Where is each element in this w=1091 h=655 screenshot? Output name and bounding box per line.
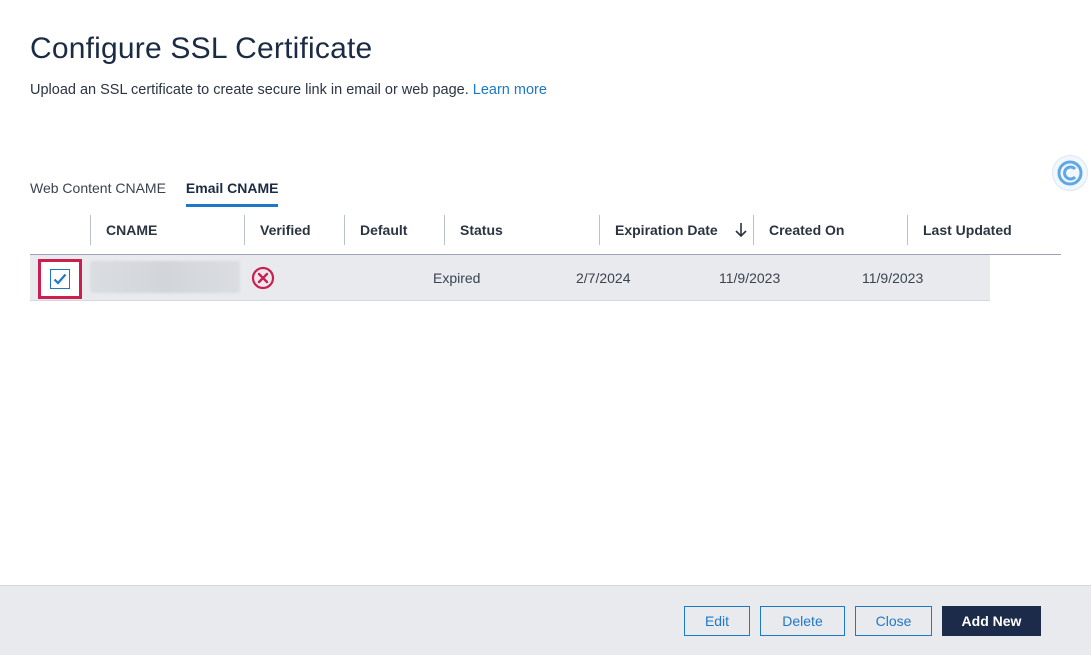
certificate-table: CNAME Verified Default Status Expiration… [30, 215, 1061, 301]
tab-web-content-cname[interactable]: Web Content CNAME [30, 180, 166, 207]
column-header-cname[interactable]: CNAME [90, 215, 244, 245]
tab-bar: Web Content CNAME Email CNAME [30, 180, 279, 207]
column-header-verified[interactable]: Verified [244, 215, 344, 245]
edit-button[interactable]: Edit [684, 606, 750, 636]
close-button[interactable]: Close [855, 606, 932, 636]
page-subtitle: Upload an SSL certificate to create secu… [30, 82, 547, 98]
subtitle-text: Upload an SSL certificate to create secu… [30, 82, 469, 98]
column-header-last-updated[interactable]: Last Updated [907, 215, 1061, 245]
error-circle-icon [251, 266, 275, 290]
sort-down-arrow-icon[interactable] [734, 222, 748, 238]
cell-created-on: 11/9/2023 [719, 270, 781, 286]
row-select-highlight [38, 259, 82, 299]
dialog-footer: Edit Delete Close Add New [0, 585, 1091, 655]
delete-button[interactable]: Delete [760, 606, 845, 636]
column-header-expiration-label: Expiration Date [615, 222, 718, 238]
column-header-status[interactable]: Status [444, 215, 599, 245]
assistant-logo-icon[interactable] [1052, 155, 1088, 191]
column-header-default[interactable]: Default [344, 215, 444, 245]
table-header: CNAME Verified Default Status Expiration… [30, 215, 1061, 255]
checkmark-icon [53, 273, 67, 285]
tab-email-cname[interactable]: Email CNAME [185, 180, 279, 207]
add-new-button[interactable]: Add New [942, 606, 1041, 636]
cell-expiration-date: 2/7/2024 [576, 270, 631, 286]
cname-value-redacted [90, 261, 240, 293]
cell-last-updated: 11/9/2023 [862, 270, 924, 286]
table-row[interactable]: Expired 2/7/2024 11/9/2023 11/9/2023 [30, 255, 990, 301]
learn-more-link[interactable]: Learn more [473, 82, 547, 98]
cell-status: Expired [433, 270, 481, 286]
row-checkbox[interactable] [50, 269, 70, 289]
column-header-created-on[interactable]: Created On [753, 215, 907, 245]
column-header-expiration-date[interactable]: Expiration Date [599, 215, 753, 245]
page-title: Configure SSL Certificate [30, 32, 373, 65]
